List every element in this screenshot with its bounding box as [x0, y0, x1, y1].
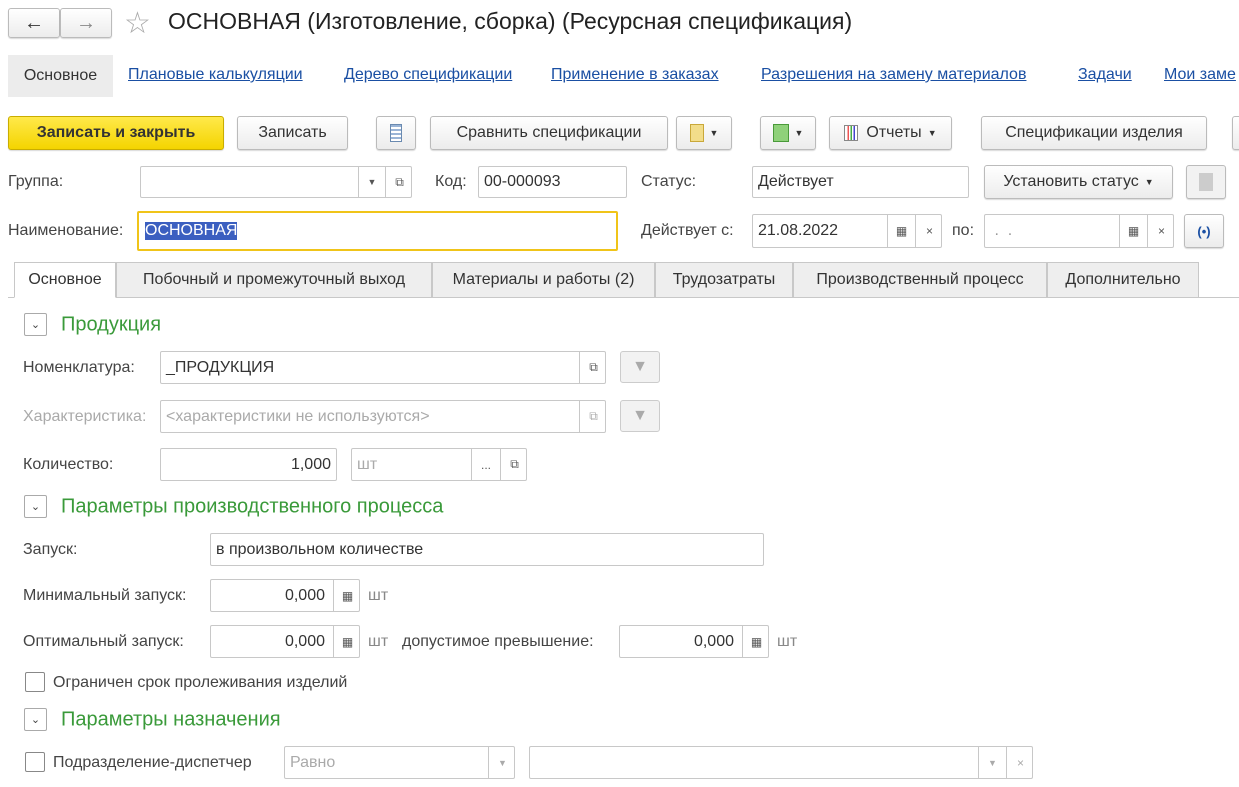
set-status-button[interactable]: Установить статус ▼	[984, 165, 1173, 199]
more-button[interactable]	[1232, 116, 1239, 150]
compare-specs-button[interactable]: Сравнить спецификации	[430, 116, 668, 150]
select-button[interactable]: ...	[471, 449, 500, 480]
nav-usage-in-orders[interactable]: Применение в заказах	[551, 66, 719, 84]
condition-select[interactable]: Равно ▼	[284, 746, 515, 779]
tab-byproduct[interactable]: Побочный и промежуточный выход	[116, 262, 432, 298]
group-field[interactable]: ▼ ⧉	[140, 166, 412, 198]
tab-main[interactable]: Основное	[14, 262, 116, 298]
nav-tasks[interactable]: Задачи	[1078, 66, 1132, 84]
nomenclature-field[interactable]: _ПРОДУКЦИЯ ⧉	[160, 351, 606, 384]
open-icon[interactable]: ⧉	[385, 167, 411, 197]
min-launch-field[interactable]: 0,000 ▦	[210, 579, 360, 612]
product-section-title: Продукция	[61, 313, 162, 336]
status-field: Действует	[752, 166, 969, 198]
quantity-label: Количество:	[23, 456, 114, 473]
filter-button: ▼	[620, 400, 660, 432]
dropdown-icon[interactable]: ▼	[978, 747, 1006, 778]
group-label: Группа:	[8, 173, 64, 190]
document-gear-icon	[1199, 173, 1213, 191]
launch-label: Запуск:	[23, 541, 78, 558]
tab-additional[interactable]: Дополнительно	[1047, 262, 1199, 298]
report-icon	[844, 125, 859, 141]
tab-labor[interactable]: Трудозатраты	[655, 262, 793, 298]
window-title: ОСНОВНАЯ (Изготовление, сборка) (Ресурсн…	[168, 8, 853, 34]
collapse-assign-button[interactable]: ⌄	[24, 708, 47, 731]
nav-my-notes[interactable]: Мои заме	[1164, 66, 1236, 84]
star-icon[interactable]: ☆	[124, 6, 151, 41]
tab-materials[interactable]: Материалы и работы (2)	[432, 262, 655, 298]
calculator-icon[interactable]: ▦	[333, 626, 359, 657]
nav-material-replacement[interactable]: Разрешения на замену материалов	[761, 66, 1026, 84]
save-button[interactable]: Записать	[237, 116, 348, 150]
unit-field[interactable]: шт ... ⧉	[351, 448, 527, 481]
valid-from-label: Действует с:	[641, 222, 734, 239]
calendar-icon[interactable]: ▦	[1119, 215, 1147, 247]
min-launch-label: Минимальный запуск:	[23, 587, 187, 604]
excess-label: допустимое превышение:	[402, 633, 594, 650]
dropdown-icon[interactable]: ▼	[358, 167, 385, 197]
nav-planned-costing[interactable]: Плановые калькуляции	[128, 66, 303, 84]
reports-button[interactable]: Отчеты ▼	[829, 116, 952, 150]
nav-main[interactable]: Основное	[8, 55, 113, 97]
create-based-on-button[interactable]: ▼	[676, 116, 732, 150]
unit-label: шт	[368, 633, 389, 650]
filter-button[interactable]: ▼	[620, 351, 660, 383]
period-button[interactable]: (•)	[1184, 214, 1224, 248]
calculator-icon[interactable]: ▦	[742, 626, 768, 657]
code-field[interactable]: 00-000093	[478, 166, 627, 198]
excess-field[interactable]: 0,000 ▦	[619, 625, 769, 658]
dispatcher-label: Подразделение-диспетчер	[53, 754, 252, 771]
unit-label: шт	[368, 587, 389, 604]
status-history-button[interactable]	[1186, 165, 1226, 199]
opt-launch-field[interactable]: 0,000 ▦	[210, 625, 360, 658]
open-icon[interactable]: ⧉	[579, 352, 605, 383]
valid-to-field[interactable]: . . ▦ ×	[984, 214, 1174, 248]
opt-launch-label: Оптимальный запуск:	[23, 633, 184, 650]
code-label: Код:	[435, 173, 467, 190]
nomenclature-label: Номенклатура:	[23, 359, 135, 376]
calendar-icon[interactable]: ▦	[887, 215, 915, 247]
shelf-life-label: Ограничен срок пролеживания изделий	[53, 674, 348, 691]
nav-spec-tree[interactable]: Дерево спецификации	[344, 66, 512, 84]
valid-to-label: по:	[952, 222, 975, 239]
collapse-process-button[interactable]: ⌄	[24, 495, 47, 518]
save-and-close-button[interactable]: Записать и закрыть	[8, 116, 224, 150]
document-add-icon	[689, 124, 704, 142]
document-list-button[interactable]	[376, 116, 416, 150]
product-specs-button[interactable]: Спецификации изделия	[981, 116, 1207, 150]
quantity-field[interactable]: 1,000	[160, 448, 337, 481]
status-label: Статус:	[641, 173, 697, 190]
filter-icon: ▼	[632, 358, 648, 375]
tab-production-process[interactable]: Производственный процесс	[793, 262, 1047, 298]
name-field[interactable]: ОСНОВНАЯ	[137, 211, 618, 251]
dispatcher-select[interactable]: ▼ ×	[529, 746, 1033, 779]
back-button[interactable]: ←	[8, 8, 60, 38]
related-documents-button[interactable]: ▼	[760, 116, 816, 150]
valid-from-field[interactable]: 21.08.2022 ▦ ×	[752, 214, 942, 248]
calculator-icon[interactable]: ▦	[333, 580, 359, 611]
clear-icon[interactable]: ×	[1147, 215, 1173, 247]
clear-icon[interactable]: ×	[1006, 747, 1032, 778]
dropdown-icon[interactable]: ▼	[488, 747, 514, 778]
filter-icon: ▼	[632, 407, 648, 424]
assign-section-title: Параметры назначения	[61, 708, 281, 731]
clear-icon[interactable]: ×	[915, 215, 941, 247]
process-section-title: Параметры производственного процесса	[61, 495, 444, 518]
name-label: Наименование:	[8, 222, 124, 239]
forward-button[interactable]: →	[60, 8, 112, 38]
characteristic-field: <характеристики не используются> ⧉	[160, 400, 606, 433]
collapse-product-button[interactable]: ⌄	[24, 313, 47, 336]
list-icon	[390, 124, 402, 142]
dispatcher-checkbox[interactable]	[25, 752, 45, 772]
open-icon[interactable]: ⧉	[500, 449, 526, 480]
documents-icon	[772, 124, 789, 142]
characteristic-label: Характеристика:	[23, 408, 147, 425]
launch-field[interactable]: в произвольном количестве	[210, 533, 764, 566]
unit-label: шт	[777, 633, 798, 650]
shelf-life-checkbox[interactable]	[25, 672, 45, 692]
open-icon: ⧉	[579, 401, 605, 432]
